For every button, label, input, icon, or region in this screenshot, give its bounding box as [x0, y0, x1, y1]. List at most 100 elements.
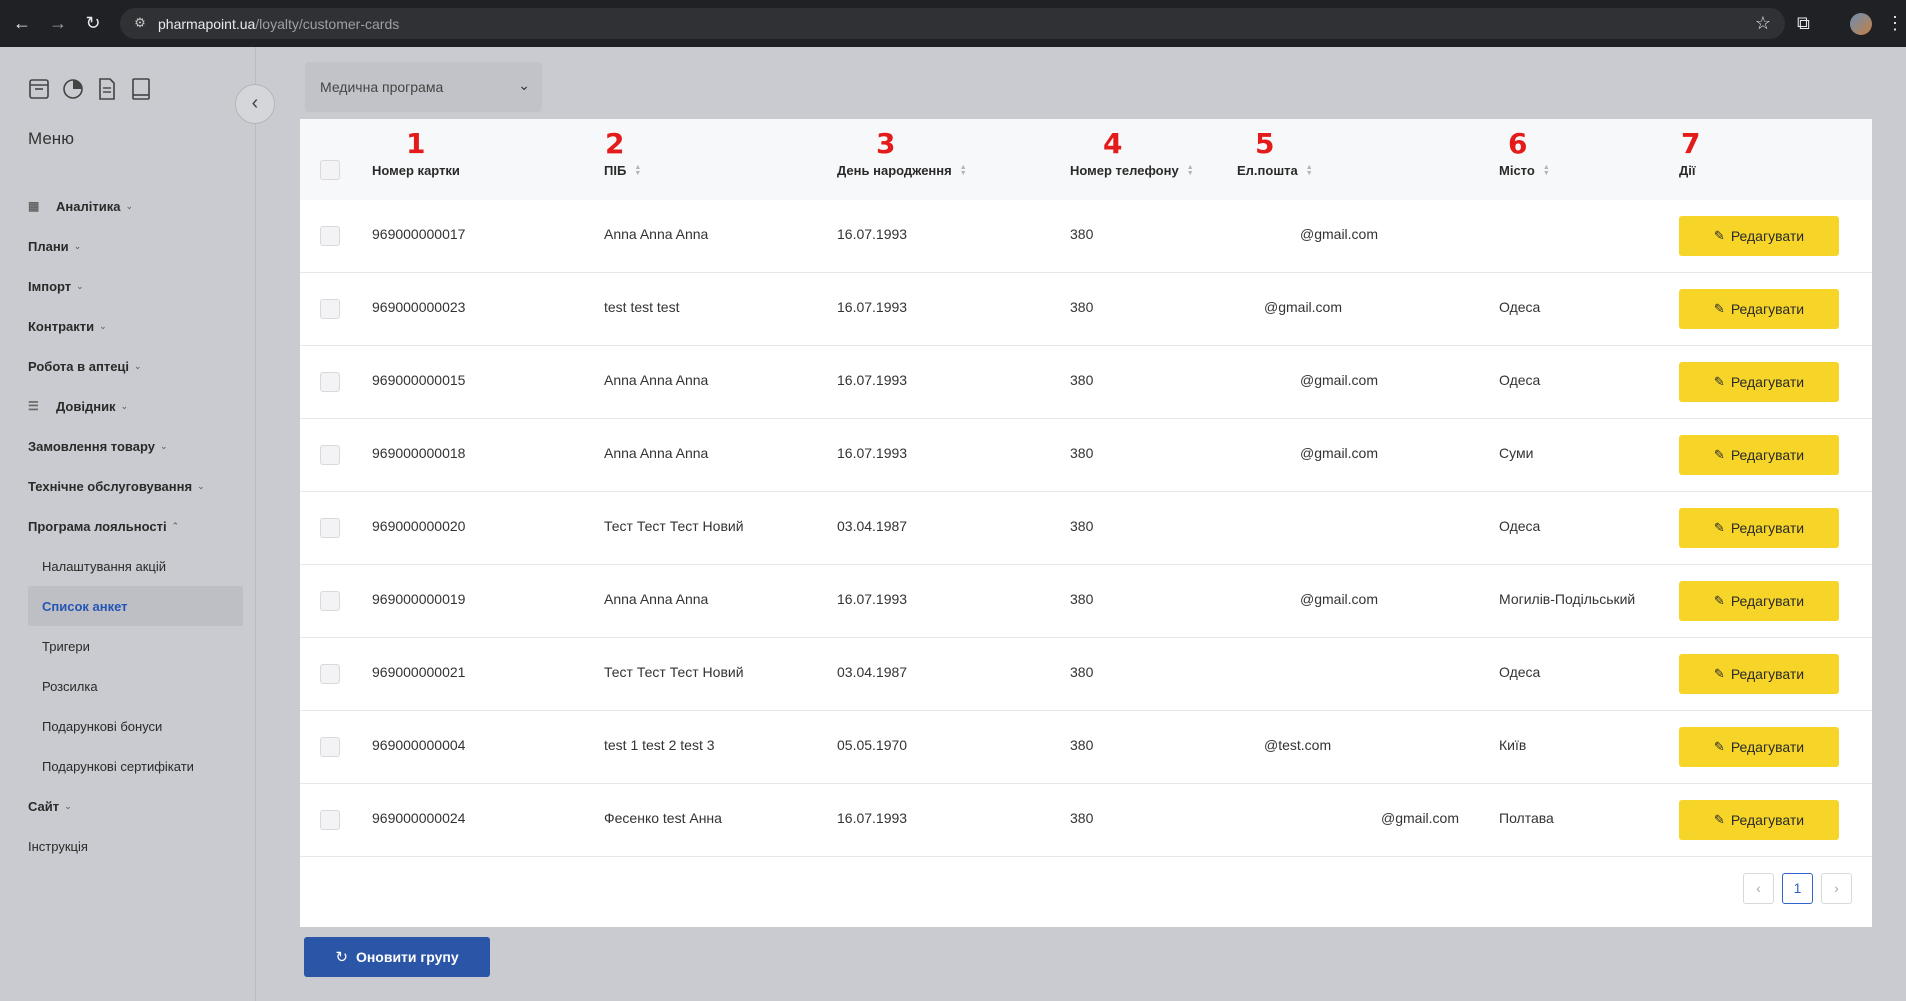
- cell-card-number: 969000000018: [372, 445, 466, 461]
- header-label: Номер телефону: [1070, 163, 1179, 178]
- cell-phone: 380: [1070, 372, 1094, 388]
- sidebar: ‹ Меню ▦ Аналітика ⌄ Плани ⌄ Імпорт ⌄ Контра…: [0, 47, 275, 1001]
- sidebar-item-orders[interactable]: Замовлення товару ⌄: [28, 426, 243, 466]
- sidebar-item-label: Плани: [28, 238, 69, 254]
- sort-icon[interactable]: ▲ ▼: [1187, 164, 1194, 177]
- sidebar-item-instruction[interactable]: Інструкція: [28, 826, 243, 866]
- row-checkbox[interactable]: [320, 372, 340, 392]
- sidebar-item-label: Сайт: [28, 798, 60, 814]
- back-icon[interactable]: ←: [10, 11, 34, 35]
- sidebar-item-pharmacy-work[interactable]: Робота в аптеці ⌄: [28, 346, 243, 386]
- sidebar-collapse-button[interactable]: ‹: [235, 84, 275, 124]
- header-label: Місто: [1499, 163, 1535, 178]
- extensions-icon[interactable]: ⧉: [1797, 12, 1810, 34]
- header-phone[interactable]: Номер телефону ▲ ▼: [1070, 163, 1194, 178]
- pagination-prev-button[interactable]: ‹: [1743, 873, 1774, 904]
- sidebar-item-label: Імпорт: [28, 278, 72, 294]
- row-checkbox[interactable]: [320, 445, 340, 465]
- cell-city: Одеса: [1499, 299, 1541, 315]
- row-checkbox[interactable]: [320, 226, 340, 246]
- edit-button[interactable]: ✎ Редагувати: [1679, 362, 1839, 402]
- profile-avatar[interactable]: [1850, 13, 1872, 35]
- document-icon[interactable]: [96, 77, 118, 101]
- chevron-down-icon: ⌄: [134, 360, 142, 371]
- row-checkbox[interactable]: [320, 664, 340, 684]
- sidebar-subitem-mailing[interactable]: Розсилка: [28, 666, 243, 706]
- edit-button-label: Редагувати: [1730, 374, 1805, 390]
- sidebar-item-site[interactable]: Сайт ⌄: [28, 786, 243, 826]
- edit-button[interactable]: ✎ Редагувати: [1679, 435, 1839, 475]
- header-email[interactable]: Ел.пошта ▲ ▼: [1237, 163, 1313, 178]
- chevron-down-icon: ⌄: [64, 800, 72, 811]
- edit-button[interactable]: ✎ Редагувати: [1679, 216, 1839, 256]
- archive-icon[interactable]: [28, 77, 50, 101]
- cell-email: @gmail.com: [1300, 591, 1379, 607]
- edit-button[interactable]: ✎ Редагувати: [1679, 289, 1839, 329]
- edit-button-label: Редагувати: [1730, 520, 1805, 536]
- edit-button[interactable]: ✎ Редагувати: [1679, 654, 1839, 694]
- edit-button[interactable]: ✎ Редагувати: [1679, 800, 1839, 840]
- sidebar-subitem-gift-bonuses[interactable]: Подарункові бонуси: [28, 706, 243, 746]
- sidebar-item-analytics[interactable]: ▦ Аналітика ⌄: [28, 186, 243, 226]
- pie-chart-icon[interactable]: [62, 77, 84, 101]
- sidebar-item-maintenance[interactable]: Технічне обслуговування ⌄: [28, 466, 243, 506]
- cell-card-number: 969000000004: [372, 737, 466, 753]
- forward-icon[interactable]: →: [46, 11, 70, 35]
- refresh-group-button[interactable]: ↻ Оновити групу: [304, 937, 490, 977]
- browser-menu-icon[interactable]: ⋮: [1886, 12, 1904, 34]
- sort-icon[interactable]: ▲ ▼: [960, 164, 967, 177]
- sidebar-item-directory[interactable]: ☰ Довідник ⌄: [28, 386, 243, 426]
- book-icon[interactable]: [130, 77, 152, 101]
- cell-city: Одеса: [1499, 372, 1541, 388]
- sidebar-subitem-gift-certificates[interactable]: Подарункові сертифікати: [28, 746, 243, 786]
- address-bar[interactable]: ⚙ pharmapoint.ua/loyalty/customer-cards …: [120, 8, 1785, 39]
- cell-birthday: 16.07.1993: [837, 226, 908, 242]
- pencil-icon: ✎: [1713, 739, 1725, 754]
- cell-city: Суми: [1499, 445, 1534, 461]
- sidebar-item-import[interactable]: Імпорт ⌄: [28, 266, 243, 306]
- sidebar-item-loyalty[interactable]: Програма лояльності ⌃: [28, 506, 243, 546]
- chevron-down-icon: ⌄: [76, 280, 84, 291]
- cell-phone: 380: [1070, 591, 1094, 607]
- cell-email: @test.com: [1264, 737, 1332, 753]
- sort-icon[interactable]: ▲ ▼: [1306, 164, 1313, 177]
- sidebar-subitem-triggers[interactable]: Тригери: [28, 626, 243, 666]
- pagination-next-button[interactable]: ›: [1821, 873, 1852, 904]
- select-all-checkbox[interactable]: [320, 160, 340, 180]
- row-checkbox[interactable]: [320, 299, 340, 319]
- bookmark-star-icon[interactable]: ☆: [1755, 13, 1771, 34]
- pagination-page-button[interactable]: 1: [1782, 873, 1813, 904]
- header-label: Номер картки: [372, 163, 460, 178]
- cell-city: Полтава: [1499, 810, 1554, 826]
- sidebar-subitem-promo-settings[interactable]: Налаштування акцій: [28, 546, 243, 586]
- edit-button[interactable]: ✎ Редагувати: [1679, 581, 1839, 621]
- cell-phone: 380: [1070, 299, 1094, 315]
- edit-button[interactable]: ✎ Редагувати: [1679, 508, 1839, 548]
- pencil-icon: ✎: [1713, 666, 1725, 681]
- list-icon: ☰: [28, 399, 39, 413]
- sidebar-subitem-questionnaires[interactable]: Список анкет: [28, 586, 243, 626]
- row-checkbox[interactable]: [320, 737, 340, 757]
- site-settings-icon[interactable]: ⚙: [132, 15, 148, 31]
- program-select-value: Медична програма: [320, 79, 444, 95]
- table-row: 969000000004 test 1 test 2 test 3 05.05.19…: [300, 711, 1872, 784]
- sidebar-item-contracts[interactable]: Контракти ⌄: [28, 306, 243, 346]
- table-row: 969000000024 Фесенко test Анна 16.07.1993 3…: [300, 784, 1872, 857]
- sort-icon[interactable]: ▲ ▼: [634, 164, 641, 177]
- edit-button[interactable]: ✎ Редагувати: [1679, 727, 1839, 767]
- reload-icon[interactable]: ↻: [81, 11, 105, 35]
- row-checkbox[interactable]: [320, 591, 340, 611]
- pencil-icon: ✎: [1713, 374, 1725, 389]
- header-birthday[interactable]: День народження ▲ ▼: [837, 163, 967, 178]
- header-city[interactable]: Місто ▲ ▼: [1499, 163, 1550, 178]
- cell-birthday: 03.04.1987: [837, 664, 908, 680]
- sidebar-item-label: Робота в аптеці: [28, 358, 130, 374]
- column-number-marker: 7: [1681, 127, 1701, 160]
- row-checkbox[interactable]: [320, 518, 340, 538]
- sidebar-item-plans[interactable]: Плани ⌄: [28, 226, 243, 266]
- program-select[interactable]: Медична програма ⌄: [305, 62, 542, 112]
- row-checkbox[interactable]: [320, 810, 340, 830]
- sort-icon[interactable]: ▲ ▼: [1543, 164, 1550, 177]
- sidebar-item-label: Інструкція: [28, 838, 88, 854]
- header-name[interactable]: ПІБ ▲ ▼: [604, 163, 641, 178]
